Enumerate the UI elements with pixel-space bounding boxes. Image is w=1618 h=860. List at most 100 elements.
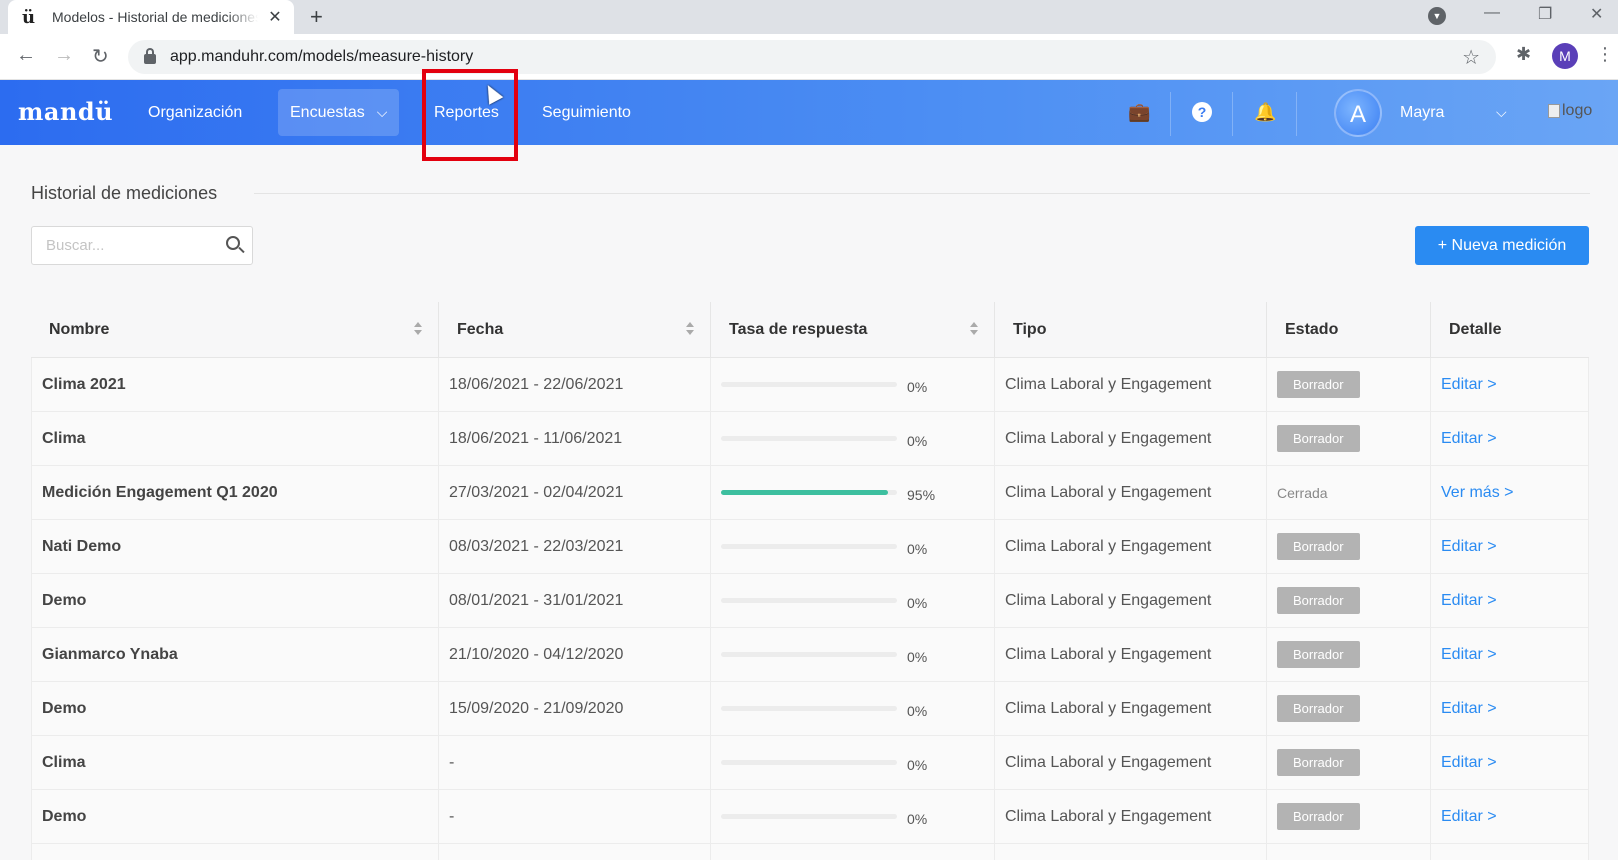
cell-detail: Editar > bbox=[1431, 412, 1589, 465]
cell-status: Borrador bbox=[1267, 736, 1431, 789]
table-header: Nombre Fecha Tasa de respuesta Tipo Esta… bbox=[31, 302, 1589, 358]
briefcase-icon[interactable]: 💼 bbox=[1128, 102, 1150, 124]
detail-link[interactable]: Editar > bbox=[1441, 376, 1497, 394]
cell-date: 27/03/2021 - 02/04/2021 bbox=[439, 466, 711, 519]
detail-link[interactable]: Editar > bbox=[1441, 808, 1497, 826]
nav-seguimiento[interactable]: Seguimiento bbox=[542, 80, 631, 145]
bell-icon[interactable]: 🔔 bbox=[1254, 102, 1276, 124]
nav-encuestas[interactable]: Encuestas ⌵ bbox=[278, 89, 400, 136]
chevron-down-icon[interactable]: ▼ bbox=[1428, 7, 1446, 25]
sort-icon[interactable] bbox=[970, 322, 978, 336]
table-row: Demo 15/09/2020 - 21/09/2020 0% Clima La… bbox=[31, 682, 1589, 736]
column-header-nombre[interactable]: Nombre bbox=[31, 302, 439, 357]
measurement-name: Demo bbox=[42, 699, 87, 717]
status-badge: Borrador bbox=[1277, 587, 1360, 614]
header-divider bbox=[1170, 92, 1171, 136]
measurement-name: Clima bbox=[42, 753, 86, 771]
sort-icon[interactable] bbox=[686, 322, 694, 336]
close-window-icon[interactable]: ✕ bbox=[1590, 4, 1603, 24]
cell-detail: Ver más > bbox=[1431, 466, 1589, 519]
cell-date: 08/01/2021 - 31/01/2021 bbox=[439, 574, 711, 627]
response-rate-label: 0% bbox=[907, 378, 928, 395]
nav-organizacion[interactable]: Organización bbox=[148, 80, 242, 145]
measurement-date: 18/06/2021 - 22/06/2021 bbox=[449, 375, 624, 393]
cell-date: 21/10/2020 - 04/12/2020 bbox=[439, 628, 711, 681]
measurements-table: Nombre Fecha Tasa de respuesta Tipo Esta… bbox=[31, 302, 1589, 860]
detail-link[interactable]: Editar > bbox=[1441, 646, 1497, 664]
cell-name: Demo bbox=[31, 574, 439, 627]
response-rate-label: 0% bbox=[907, 702, 928, 719]
new-tab-icon[interactable]: + bbox=[310, 4, 323, 30]
browser-tab-strip: ü Modelos - Historial de mediciones ✕ + … bbox=[0, 0, 1618, 34]
status-badge: Borrador bbox=[1277, 749, 1360, 776]
cell-type bbox=[995, 844, 1267, 860]
restore-icon[interactable]: ❐ bbox=[1538, 4, 1552, 24]
minimize-icon[interactable]: — bbox=[1484, 4, 1500, 22]
measurement-date: 08/01/2021 - 31/01/2021 bbox=[449, 591, 624, 609]
app-logo[interactable]: mandü bbox=[18, 97, 113, 126]
browser-profile-avatar[interactable]: M bbox=[1552, 43, 1578, 69]
measurement-date: - bbox=[449, 753, 455, 771]
cell-rate: 0% bbox=[711, 358, 995, 411]
detail-link[interactable]: Editar > bbox=[1441, 430, 1497, 448]
column-header-label: Tasa de respuesta bbox=[729, 320, 868, 338]
cell-status: Cerrada bbox=[1267, 466, 1431, 519]
cell-name: Demo bbox=[31, 790, 439, 843]
cell-date: 15/09/2020 - 21/09/2020 bbox=[439, 682, 711, 735]
response-rate-bar bbox=[721, 490, 897, 495]
browser-menu-icon[interactable]: ⋮ bbox=[1596, 44, 1614, 65]
measurement-name: Nati Demo bbox=[42, 537, 122, 555]
tab-title: Modelos - Historial de mediciones bbox=[52, 9, 258, 25]
column-header-fecha[interactable]: Fecha bbox=[439, 302, 711, 357]
detail-link[interactable]: Editar > bbox=[1441, 700, 1497, 718]
address-bar[interactable]: app.manduhr.com/models/measure-history ☆ bbox=[128, 40, 1496, 74]
response-rate-bar bbox=[721, 814, 897, 819]
column-header-tipo: Tipo bbox=[995, 302, 1267, 357]
column-header-tasa[interactable]: Tasa de respuesta bbox=[711, 302, 995, 357]
back-icon[interactable]: ← bbox=[16, 44, 36, 67]
cell-name: Clima 2021 bbox=[31, 358, 439, 411]
response-rate-fill bbox=[721, 490, 889, 495]
search-input[interactable] bbox=[32, 227, 212, 264]
extensions-icon[interactable]: ✱ bbox=[1516, 44, 1531, 65]
title-divider bbox=[254, 193, 1590, 194]
reload-icon[interactable]: ↻ bbox=[92, 44, 109, 69]
cell-type: Clima Laboral y Engagement bbox=[995, 358, 1267, 411]
search-icon[interactable] bbox=[226, 236, 240, 250]
detail-link[interactable]: Editar > bbox=[1441, 592, 1497, 610]
lock-icon bbox=[144, 48, 156, 64]
bookmark-star-icon[interactable]: ☆ bbox=[1462, 45, 1480, 70]
chevron-down-icon: ⌵ bbox=[376, 104, 388, 120]
new-measurement-button[interactable]: + Nueva medición bbox=[1415, 226, 1589, 265]
cell-type: Clima Laboral y Engagement bbox=[995, 790, 1267, 843]
close-tab-icon[interactable]: ✕ bbox=[266, 7, 284, 27]
cell-name: Gianmarco Ynaba bbox=[31, 628, 439, 681]
measurement-date: 27/03/2021 - 02/04/2021 bbox=[449, 483, 624, 501]
browser-tab[interactable]: ü Modelos - Historial de mediciones ✕ bbox=[8, 0, 294, 34]
detail-link[interactable]: Ver más > bbox=[1441, 484, 1513, 502]
broken-image-icon bbox=[1548, 104, 1560, 118]
response-rate-bar bbox=[721, 598, 897, 603]
cell-detail: Editar > bbox=[1431, 520, 1589, 573]
measurement-type: Clima Laboral y Engagement bbox=[1005, 537, 1212, 555]
cell-name: Clima bbox=[31, 412, 439, 465]
user-avatar[interactable]: A bbox=[1334, 89, 1382, 137]
forward-icon[interactable]: → bbox=[54, 44, 74, 67]
table-body: Clima 2021 18/06/2021 - 22/06/2021 0% Cl… bbox=[31, 358, 1589, 844]
status-badge: Borrador bbox=[1277, 533, 1360, 560]
response-rate-bar bbox=[721, 544, 897, 549]
user-menu-chevron-icon[interactable]: ⌵ bbox=[1496, 104, 1507, 121]
cell-date: 18/06/2021 - 11/06/2021 bbox=[439, 412, 711, 465]
help-icon[interactable]: ? bbox=[1192, 102, 1212, 122]
url-text: app.manduhr.com/models/measure-history bbox=[170, 48, 474, 65]
detail-link[interactable]: Editar > bbox=[1441, 538, 1497, 556]
browser-toolbar: ← → ↻ app.manduhr.com/models/measure-his… bbox=[0, 34, 1618, 80]
cell-rate: 0% bbox=[711, 412, 995, 465]
detail-link[interactable]: Editar > bbox=[1441, 754, 1497, 772]
measurement-type: Clima Laboral y Engagement bbox=[1005, 807, 1212, 825]
user-name[interactable]: Mayra bbox=[1400, 104, 1444, 122]
sort-icon[interactable] bbox=[414, 322, 422, 336]
cell-detail: Editar > bbox=[1431, 790, 1589, 843]
response-rate-label: 0% bbox=[907, 540, 928, 557]
status-badge: Borrador bbox=[1277, 425, 1360, 452]
